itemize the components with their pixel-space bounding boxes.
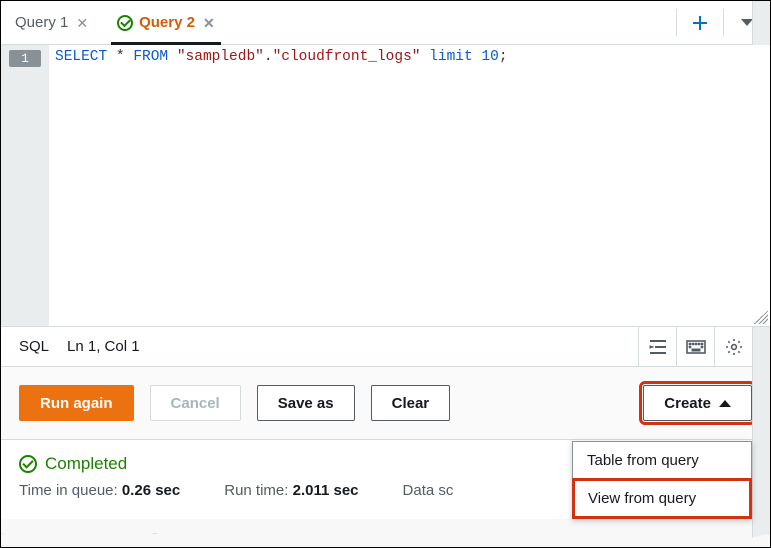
sql-token: *: [107, 49, 133, 65]
line-gutter: 1: [1, 45, 49, 326]
runtime-label: Run time:: [224, 482, 288, 499]
torn-edge: [1, 533, 770, 547]
cancel-button: Cancel: [150, 385, 241, 421]
gear-icon: [725, 338, 743, 356]
sql-keyword: limit: [421, 49, 482, 65]
cursor-position: Ln 1, Col 1: [67, 338, 140, 355]
sql-token: .: [264, 49, 273, 65]
line-number: 1: [9, 50, 41, 67]
keyboard-button[interactable]: [676, 327, 714, 367]
menu-item-table-from-query[interactable]: Table from query: [573, 442, 751, 479]
format-button[interactable]: [638, 327, 676, 367]
tab-query-1[interactable]: Query 1 ✕: [1, 1, 103, 44]
close-icon[interactable]: ✕: [203, 16, 215, 30]
create-label: Create: [664, 395, 711, 412]
create-menu: Table from query View from query: [572, 441, 752, 519]
format-icon: [649, 339, 667, 355]
new-tab-button[interactable]: [677, 1, 723, 44]
sql-keyword: SELECT: [55, 49, 107, 65]
resize-handle[interactable]: [754, 310, 768, 324]
action-bar: Run again Cancel Save as Clear Create: [1, 367, 770, 440]
settings-button[interactable]: [714, 327, 752, 367]
editor-footer: SQL Ln 1, Col 1: [1, 327, 770, 367]
sql-number: 10: [481, 49, 498, 65]
menu-item-view-from-query[interactable]: View from query: [574, 480, 750, 517]
tab-query-2[interactable]: Query 2 ✕: [103, 1, 230, 44]
data-scanned: Data sc: [403, 482, 454, 499]
language-label: SQL: [19, 338, 49, 355]
code-area[interactable]: SELECT * FROM "sampledb"."cloudfront_log…: [49, 45, 770, 326]
status-label: Completed: [45, 454, 127, 474]
runtime-value: 2.011 sec: [293, 482, 359, 499]
sql-token: [168, 49, 177, 65]
sql-editor[interactable]: 1 SELECT * FROM "sampledb"."cloudfront_l…: [1, 45, 770, 327]
success-icon: [19, 455, 37, 473]
queue-time: Time in queue: 0.26 sec: [19, 482, 180, 499]
sql-token: ;: [499, 49, 508, 65]
sql-string: "sampledb": [177, 49, 264, 65]
create-button[interactable]: Create: [643, 385, 752, 421]
plus-icon: [691, 14, 709, 32]
sql-keyword: FROM: [133, 49, 168, 65]
clear-button[interactable]: Clear: [371, 385, 451, 421]
success-icon: [117, 15, 133, 31]
close-icon[interactable]: ✕: [76, 16, 88, 30]
run-time: Run time: 2.011 sec: [224, 482, 358, 499]
tab-strip: Query 1 ✕ Query 2 ✕: [1, 1, 770, 45]
queue-label: Time in queue:: [19, 482, 118, 499]
keyboard-icon: [686, 340, 706, 354]
queue-value: 0.26 sec: [122, 482, 180, 499]
run-again-button[interactable]: Run again: [19, 385, 134, 421]
tab-label: Query 1: [15, 14, 68, 31]
save-as-button[interactable]: Save as: [257, 385, 355, 421]
caret-up-icon: [719, 400, 731, 407]
tab-label: Query 2: [139, 14, 195, 31]
sql-string: "cloudfront_logs": [273, 49, 421, 65]
